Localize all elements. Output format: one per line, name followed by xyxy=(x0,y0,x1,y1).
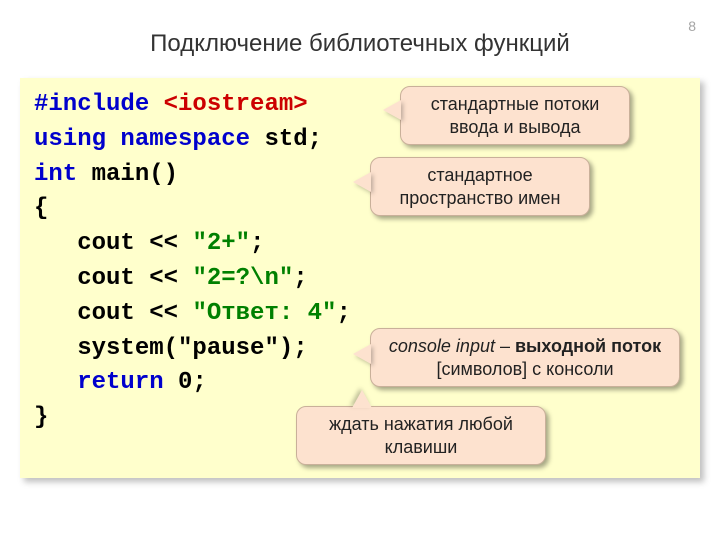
callout-console-tail xyxy=(353,344,371,364)
str-2: "2=?\n" xyxy=(192,265,293,292)
str-1: "2+" xyxy=(192,230,250,257)
slide-title: Подключение библиотечных функций xyxy=(0,30,720,58)
id-std: std; xyxy=(264,126,322,153)
code-cout3: cout << xyxy=(34,300,192,327)
code-cout2: cout << xyxy=(34,265,192,292)
callout-console-t1: console input xyxy=(389,336,495,356)
code-line-6: cout << "2=?\n"; xyxy=(34,262,686,297)
callout-console: console input – выходной поток [символов… xyxy=(370,328,680,387)
kw-using: using xyxy=(34,126,106,153)
kw-int: int xyxy=(34,161,77,188)
semi2: ; xyxy=(293,265,307,292)
header-iostream: <iostream> xyxy=(164,91,308,118)
callout-namespace: стандартное пространство имен xyxy=(370,157,590,216)
val-0: 0; xyxy=(178,369,207,396)
kw-include: #include xyxy=(34,91,149,118)
callout-pause: ждать нажатия любой клавиши xyxy=(296,406,546,465)
code-line-5: cout << "2+"; xyxy=(34,227,686,262)
code-cout1: cout << xyxy=(34,230,192,257)
code-line-7: cout << "Ответ: 4"; xyxy=(34,297,686,332)
id-main: main() xyxy=(92,161,178,188)
semi3: ; xyxy=(336,300,350,327)
str-3: "Ответ: 4" xyxy=(192,300,336,327)
callout-streams: стандартные потоки ввода и вывода xyxy=(400,86,630,145)
callout-streams-tail xyxy=(383,100,401,120)
callout-console-t3: выходной поток xyxy=(515,336,661,356)
callout-pause-tail xyxy=(352,390,372,408)
callout-console-t2: – xyxy=(495,336,515,356)
semi1: ; xyxy=(250,230,264,257)
kw-return: return xyxy=(34,369,164,396)
kw-namespace: namespace xyxy=(120,126,250,153)
callout-console-t4: [символов] с консоли xyxy=(436,359,613,379)
callout-namespace-tail xyxy=(353,172,371,192)
